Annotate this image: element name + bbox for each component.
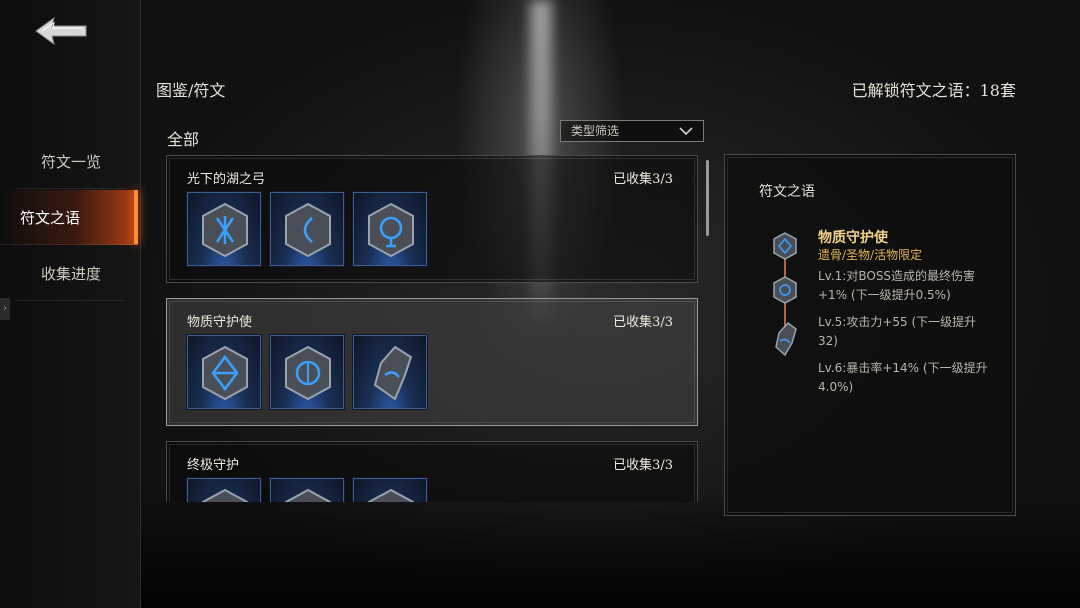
sidebar-expand-tab[interactable]: › — [0, 298, 10, 320]
rune-chain-icon — [773, 232, 797, 357]
unlocked-runewords-count: 已解锁符文之语：18套 — [851, 81, 1016, 100]
filter-label: 类型筛选 — [571, 124, 620, 138]
runeword-name: 光下的湖之弓 — [187, 172, 266, 187]
type-filter-dropdown[interactable]: 类型筛选 — [560, 120, 704, 142]
runeword-card[interactable]: 光下的湖之弓 已收集3/3 — [166, 155, 698, 283]
collected-count: 已收集3/3 — [613, 458, 673, 473]
set-name: 物质守护使 — [818, 230, 888, 246]
rune-slot[interactable] — [269, 477, 345, 502]
rune-slot[interactable] — [269, 191, 345, 267]
rune-x-icon — [202, 202, 248, 258]
back-arrow-icon — [35, 16, 87, 46]
sidebar-item-runewords[interactable]: 符文之语 — [0, 190, 138, 245]
rune-shard-icon — [373, 345, 413, 401]
sidebar-item-rune-list[interactable]: 符文一览 — [16, 134, 126, 189]
rune-slot[interactable] — [186, 477, 262, 502]
section-title: 全部 — [167, 130, 200, 149]
runeword-list[interactable]: 光下的湖之弓 已收集3/3 物质守护使 已收集3/3 终极守护 已收集3/3 — [166, 155, 700, 502]
rune-slot[interactable] — [352, 477, 428, 502]
rune-circle-icon — [368, 202, 414, 258]
rune-slot[interactable] — [186, 334, 262, 410]
collected-count: 已收集3/3 — [613, 315, 673, 330]
sidebar-item-label: 符文之语 — [19, 208, 80, 227]
rune-diamond-icon — [202, 345, 248, 401]
rune-slot[interactable] — [186, 191, 262, 267]
rune-a-icon — [202, 488, 248, 502]
chevron-right-icon: › — [3, 304, 7, 314]
runeword-name: 终极守护 — [187, 458, 240, 473]
runeword-card-selected[interactable]: 物质守护使 已收集3/3 — [166, 298, 698, 426]
collected-count: 已收集3/3 — [613, 172, 673, 187]
chevron-down-icon — [679, 127, 693, 136]
rune-slot[interactable] — [352, 191, 428, 267]
sidebar: 符文一览 符文之语 收集进度 › — [0, 0, 141, 608]
set-subtitle: 遗骨/圣物/活物限定 — [818, 248, 923, 262]
list-scrollbar[interactable] — [706, 160, 709, 236]
rune-c-icon — [368, 488, 414, 502]
rune-curve-icon — [285, 202, 331, 258]
rune-slot[interactable] — [352, 334, 428, 410]
rune-b-icon — [285, 488, 331, 502]
runeword-detail-panel: 符文之语 物质守护使 遗骨/圣物/活物限定 Lv.1:对BOSS造成的最终伤害+… — [724, 154, 1016, 516]
set-effect: Lv.6:暴击率+14% (下一级提升4.0%) — [818, 361, 988, 394]
rune-slot[interactable] — [269, 334, 345, 410]
breadcrumb: 图鉴/符文 — [156, 81, 226, 100]
rune-circle-icon — [285, 345, 331, 401]
sidebar-item-collection-progress[interactable]: 收集进度 — [16, 246, 126, 301]
back-button[interactable] — [32, 14, 90, 48]
set-effect: Lv.1:对BOSS造成的最终伤害+1% (下一级提升0.5%) — [818, 269, 976, 302]
sidebar-item-label: 收集进度 — [40, 264, 101, 283]
runeword-name: 物质守护使 — [187, 315, 253, 330]
runeword-card[interactable]: 终极守护 已收集3/3 — [166, 441, 698, 502]
panel-title: 符文之语 — [759, 184, 815, 200]
sidebar-item-label: 符文一览 — [40, 152, 101, 171]
set-effect: Lv.5:攻击力+55 (下一级提升32) — [818, 315, 977, 348]
